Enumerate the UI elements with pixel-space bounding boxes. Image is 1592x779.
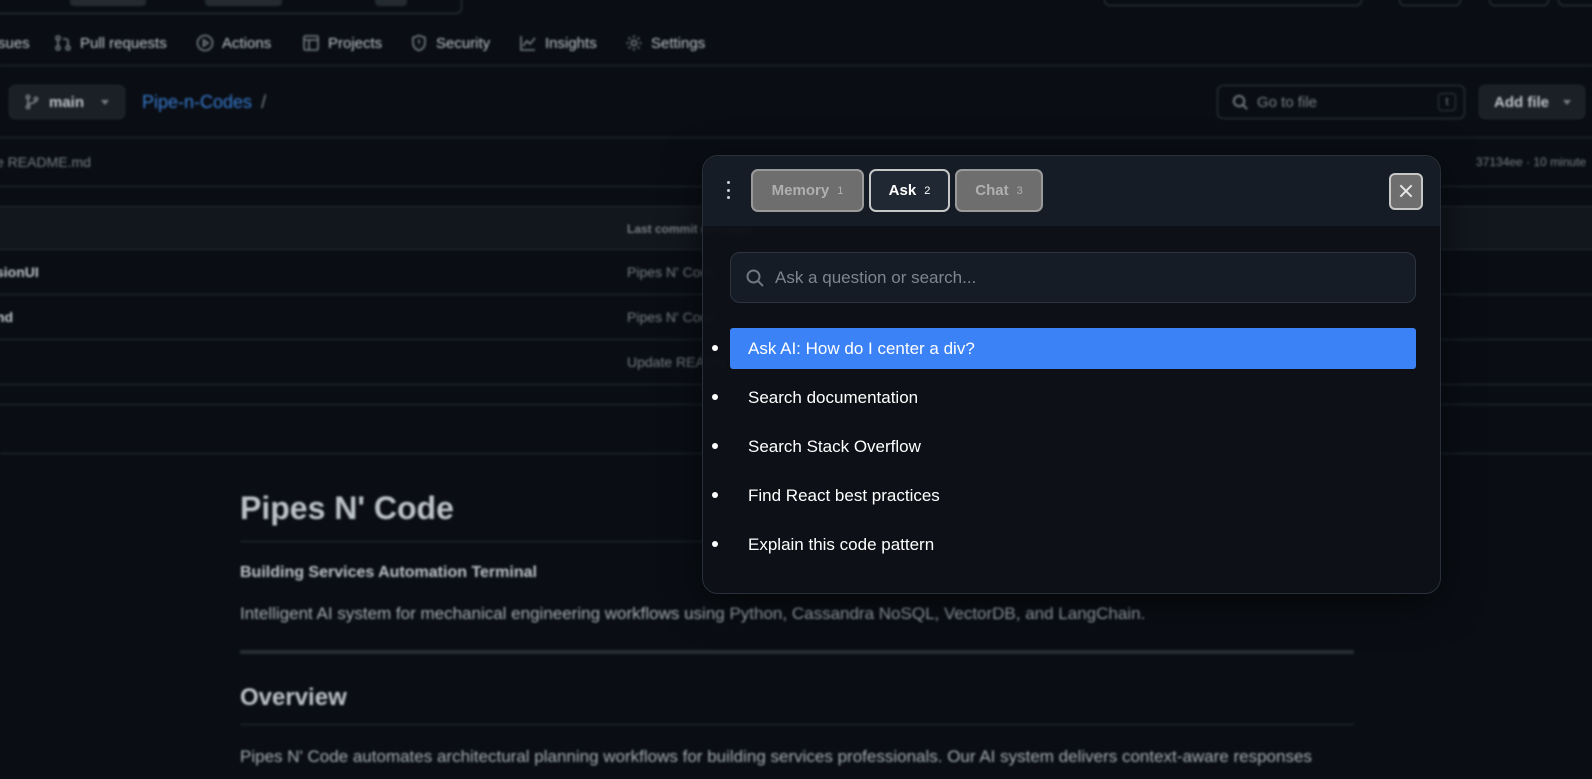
tab-label: Chat — [975, 182, 1009, 199]
result-item[interactable]: Ask AI: How do I center a div? — [712, 328, 1416, 369]
page: sues Pull requests Actions Projects Secu… — [0, 0, 1592, 779]
ask-search-field[interactable] — [730, 252, 1416, 303]
bullet — [712, 541, 718, 547]
result-item[interactable]: Search documentation — [712, 377, 1416, 418]
result-label: Search Stack Overflow — [748, 436, 921, 456]
kebab-menu-icon[interactable] — [725, 181, 731, 199]
tab-shortcut: 1 — [837, 184, 844, 197]
tab-label: Memory — [771, 182, 830, 199]
tab-label: Ask — [888, 182, 917, 199]
result-label: Ask AI: How do I center a div? — [748, 338, 975, 358]
result-item[interactable]: Find React best practices — [712, 475, 1416, 516]
tab-memory[interactable]: Memory 1 — [751, 169, 864, 212]
search-icon — [746, 269, 764, 287]
result-label: Find React best practices — [748, 485, 940, 505]
bullet — [712, 492, 718, 498]
tab-shortcut: 2 — [924, 184, 931, 197]
ask-search-input[interactable] — [775, 267, 1395, 288]
result-item[interactable]: Explain this code pattern — [712, 524, 1416, 565]
result-label: Search documentation — [748, 387, 919, 407]
tab-ask[interactable]: Ask 2 — [869, 169, 950, 212]
result-item[interactable]: Search Stack Overflow — [712, 426, 1416, 467]
bullet — [712, 345, 718, 351]
tab-chat[interactable]: Chat 3 — [955, 169, 1043, 212]
command-palette: Memory 1 Ask 2 Chat 3 Ask AI: How do I c… — [702, 155, 1441, 594]
tab-shortcut: 3 — [1016, 184, 1023, 197]
bullet — [712, 443, 718, 449]
bullet — [712, 394, 718, 400]
palette-header: Memory 1 Ask 2 Chat 3 — [703, 156, 1440, 226]
result-label: Explain this code pattern — [748, 534, 935, 554]
close-button[interactable] — [1389, 173, 1423, 210]
